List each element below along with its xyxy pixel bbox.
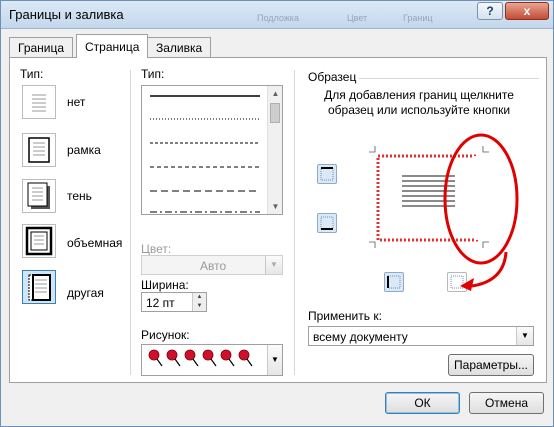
line-style-label: Тип: [141, 67, 165, 81]
ok-button[interactable]: ОК [385, 392, 460, 414]
preview-group-line [359, 78, 539, 79]
spin-down-icon[interactable]: ▼ [192, 302, 206, 311]
cancel-button[interactable]: Отмена [469, 392, 544, 414]
tab-border[interactable]: Граница [9, 37, 74, 57]
preview-label: Образец [308, 70, 357, 84]
type-label: Тип: [20, 67, 44, 81]
preset-shadow-label[interactable]: тень [67, 189, 92, 203]
help-button[interactable]: ? [477, 2, 503, 20]
art-dropdown[interactable]: ▼ [141, 344, 283, 376]
preset-box-label[interactable]: рамка [67, 143, 101, 157]
preset-3d-icon [25, 226, 53, 256]
width-value[interactable]: 12 пт [146, 296, 175, 310]
tab-panel: Тип: нет рамка тень объемная другая Тип:… [9, 57, 547, 383]
borders-and-shading-dialog: Границы и заливка Подложка Цвет Границ ?… [0, 0, 554, 427]
bottom-border-icon [320, 216, 334, 230]
scroll-thumb[interactable] [270, 103, 280, 123]
top-border-icon [320, 167, 334, 181]
color-value: Авто [200, 259, 227, 273]
chevron-down-icon[interactable]: ▼ [267, 345, 282, 375]
preset-none-button[interactable] [22, 85, 56, 119]
width-spinner[interactable]: 12 пт ▲ ▼ [141, 292, 207, 312]
separator [130, 70, 131, 375]
annotation-arrow-icon [460, 278, 474, 291]
bottom-border-button[interactable] [317, 213, 337, 233]
preset-3d-button[interactable] [22, 224, 56, 258]
background-ghost-text: Границ [403, 13, 433, 23]
title-bar[interactable]: Границы и заливка Подложка Цвет Границ ?… [1, 1, 553, 29]
top-border-button[interactable] [317, 164, 337, 184]
art-label: Рисунок: [141, 328, 190, 342]
preset-none-label[interactable]: нет [67, 95, 85, 109]
window-title: Границы и заливка [9, 7, 124, 22]
chevron-down-icon[interactable]: ▼ [265, 256, 282, 274]
pushpin-art-icon [148, 349, 253, 367]
line-style-list[interactable]: ▲ ▼ [141, 85, 283, 215]
background-ghost-text: Цвет [347, 13, 368, 23]
separator [294, 70, 295, 375]
close-button[interactable]: x [505, 2, 549, 20]
scroll-down-arrow-icon[interactable]: ▼ [268, 199, 282, 214]
left-border-icon [387, 275, 401, 289]
preview-hint: Для добавления границ щелкните образец и… [324, 88, 514, 117]
line-style-options[interactable] [142, 86, 266, 214]
preset-none-icon [32, 94, 46, 112]
chevron-down-icon[interactable]: ▼ [516, 327, 533, 345]
tab-page-border[interactable]: Страница [76, 34, 149, 58]
preset-box-icon [28, 137, 50, 163]
line-style-scrollbar[interactable]: ▲ ▼ [267, 86, 282, 214]
apply-to-value: всему документу [313, 330, 408, 344]
background-ghost-text: Подложка [257, 13, 299, 23]
apply-to-dropdown[interactable]: всему документу ▼ [308, 326, 534, 346]
preset-3d-label[interactable]: объемная [67, 236, 122, 250]
options-button[interactable]: Параметры... [448, 354, 534, 376]
preset-custom-icon [28, 274, 51, 301]
spin-up-icon[interactable]: ▲ [192, 293, 206, 302]
color-dropdown[interactable]: Авто ▼ [141, 255, 283, 275]
width-label: Ширина: [141, 278, 189, 292]
left-border-button[interactable] [384, 272, 404, 292]
preset-shadow-icon [27, 182, 50, 209]
color-label: Цвет: [141, 242, 172, 256]
apply-to-label: Применить к: [308, 309, 382, 323]
scroll-up-arrow-icon[interactable]: ▲ [268, 86, 282, 101]
preset-box-button[interactable] [22, 133, 56, 167]
tab-shading[interactable]: Заливка [147, 37, 212, 57]
preset-custom-button[interactable] [22, 270, 56, 304]
annotation-ellipse [443, 133, 519, 288]
preset-shadow-button[interactable] [22, 179, 56, 213]
preset-custom-label[interactable]: другая [67, 286, 104, 300]
